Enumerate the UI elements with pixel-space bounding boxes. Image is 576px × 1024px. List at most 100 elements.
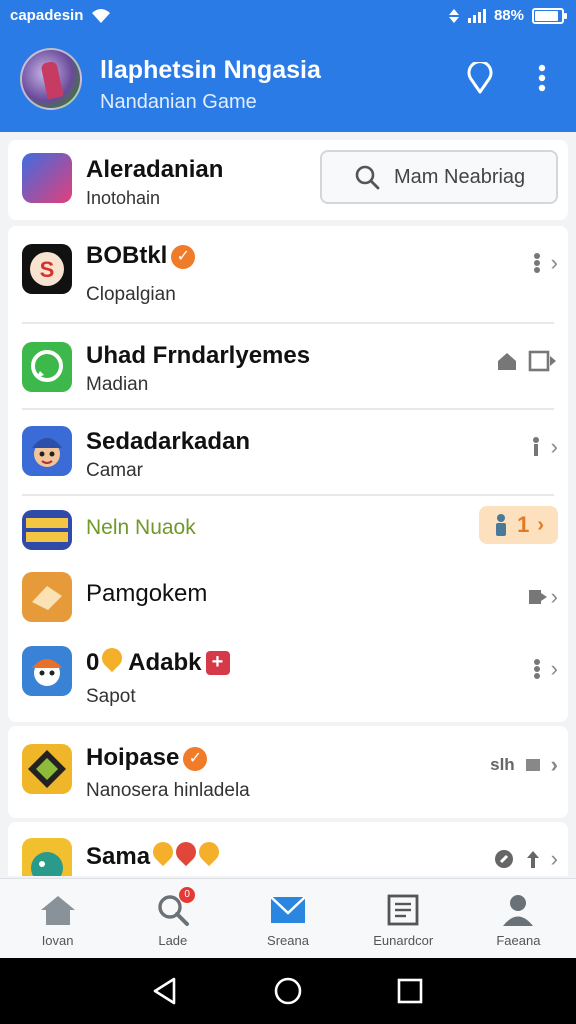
square-icon[interactable] — [525, 758, 541, 772]
app-icon — [22, 646, 72, 696]
wifi-icon — [92, 8, 111, 23]
app-title: Uhad Frndarlyemes — [86, 342, 311, 369]
app-icon — [22, 510, 72, 550]
app-header: capadesin 88% llaphetsin Nngasia Nandani… — [0, 0, 576, 132]
chevron-right-icon: › — [537, 513, 544, 536]
app-subtitle: Nanosera hinladela — [86, 780, 250, 801]
status-bar: capadesin 88% — [0, 0, 576, 32]
nav-label: Iovan — [41, 933, 74, 948]
search-placeholder: Mam Neabriag — [394, 166, 526, 188]
verified-badge-icon: ✓ — [171, 245, 196, 269]
chevron-right-icon[interactable]: › — [551, 250, 558, 276]
page-subtitle: Nandanian Game — [100, 91, 257, 113]
page-title: llaphetsin Nngasia — [100, 56, 321, 84]
home-icon[interactable] — [496, 351, 518, 371]
chevron-right-icon[interactable]: › — [551, 656, 558, 682]
list-item[interactable]: Sedadarkadan Camar › — [8, 410, 568, 496]
nav-item-mail[interactable]: Sreana — [230, 879, 345, 958]
battery-icon — [532, 7, 567, 24]
document-icon — [387, 894, 419, 926]
data-arrows-icon — [448, 8, 459, 23]
person-icon — [496, 514, 507, 536]
app-title-prefix: 0 — [86, 649, 100, 676]
badge-icon — [98, 643, 127, 673]
verified-badge-icon: ✓ — [183, 747, 208, 771]
highlight-pill[interactable]: 1 › — [479, 506, 558, 544]
system-nav-bar — [0, 958, 576, 1024]
nav-label: Lade — [158, 933, 188, 948]
heart-icon — [148, 837, 178, 867]
list-item[interactable]: Sama › — [8, 822, 568, 876]
list-item[interactable]: Uhad Frndarlyemes Madian — [8, 324, 568, 410]
app-icon — [22, 342, 72, 392]
list-item[interactable]: S BOBtkl ✓ Clopalgian › — [8, 226, 568, 324]
bottom-nav: Iovan 0 Lade Sreana Eunardcor Faeana — [0, 878, 576, 958]
chevron-right-icon[interactable]: › — [551, 846, 558, 872]
share-icon[interactable] — [527, 586, 549, 608]
category-title: Aleradanian — [86, 156, 224, 183]
category-icon — [22, 153, 72, 203]
search-icon — [355, 165, 380, 190]
location-pin-icon — [467, 62, 493, 94]
mail-icon — [270, 896, 306, 923]
nav-label: Eunardcor — [373, 933, 434, 948]
nav-item-profile[interactable]: Faeana — [461, 879, 576, 958]
compass-icon[interactable] — [493, 848, 515, 870]
app-icon — [22, 572, 72, 622]
app-subtitle: Clopalgian — [86, 284, 176, 305]
nav-label: Faeana — [496, 933, 541, 948]
app-list: S BOBtkl ✓ Clopalgian › Uhad Frndarlyemes… — [8, 226, 568, 876]
more-icon[interactable] — [531, 436, 541, 458]
notification-badge: 0 — [179, 887, 196, 903]
app-icon — [22, 744, 72, 794]
more-icon[interactable] — [533, 252, 541, 274]
app-subtitle: Madian — [86, 374, 149, 395]
avatar[interactable] — [20, 48, 82, 110]
action-text: slh — [490, 755, 515, 774]
list-item[interactable]: Neln Nuaok 1 › — [8, 496, 568, 562]
home-circle-icon[interactable] — [273, 976, 303, 1006]
battery-percent: 88% — [493, 7, 524, 24]
recents-icon[interactable] — [395, 976, 425, 1006]
category-search-card: Aleradanian Inotohain Mam Neabriag — [8, 140, 568, 220]
svg-text:S: S — [40, 257, 55, 282]
location-button[interactable] — [462, 58, 498, 98]
pill-count: 1 — [517, 512, 530, 537]
chevron-right-icon[interactable]: › — [551, 752, 558, 778]
status-text: capadesin — [10, 7, 84, 24]
open-window-icon[interactable] — [528, 350, 558, 372]
nav-label: Sreana — [267, 933, 309, 948]
app-title: Sedadarkadan — [86, 428, 251, 455]
heart-icon — [194, 837, 224, 867]
app-title: Pamgokem — [86, 580, 208, 607]
person-icon — [503, 895, 534, 926]
nav-item-home[interactable]: Iovan — [0, 879, 115, 958]
chevron-right-icon[interactable]: › — [551, 584, 558, 610]
list-item[interactable]: Pamgokem › — [8, 562, 568, 630]
app-title: BOBtkl — [86, 242, 168, 269]
upload-icon[interactable] — [525, 849, 541, 869]
category-subtitle: Inotohain — [86, 188, 161, 208]
list-item[interactable]: 0 Adabk + Sapot › — [8, 632, 568, 722]
app-icon: S — [22, 244, 72, 294]
app-subtitle: Sapot — [86, 686, 136, 707]
app-subtitle: Camar — [86, 460, 144, 481]
plus-badge-icon: + — [205, 651, 230, 675]
nav-item-document[interactable]: Eunardcor — [346, 879, 461, 958]
search-input[interactable]: Mam Neabriag — [320, 150, 558, 204]
app-title: Adabk — [128, 649, 202, 676]
chevron-right-icon[interactable]: › — [551, 434, 558, 460]
app-title: Hoipase — [86, 744, 180, 771]
list-item[interactable]: Hoipase ✓ Nanosera hinladela slh › — [8, 726, 568, 818]
app-title: Neln Nuaok — [86, 516, 196, 539]
signal-icon — [467, 8, 486, 23]
app-icon — [22, 426, 72, 476]
heart-icon — [171, 837, 201, 867]
more-icon[interactable] — [533, 658, 541, 680]
more-menu-button[interactable] — [524, 58, 560, 98]
home-icon — [40, 896, 75, 925]
more-vertical-icon — [538, 64, 546, 92]
nav-item-search[interactable]: 0 Lade — [115, 879, 230, 958]
back-icon[interactable] — [150, 976, 180, 1006]
app-icon — [22, 838, 72, 876]
